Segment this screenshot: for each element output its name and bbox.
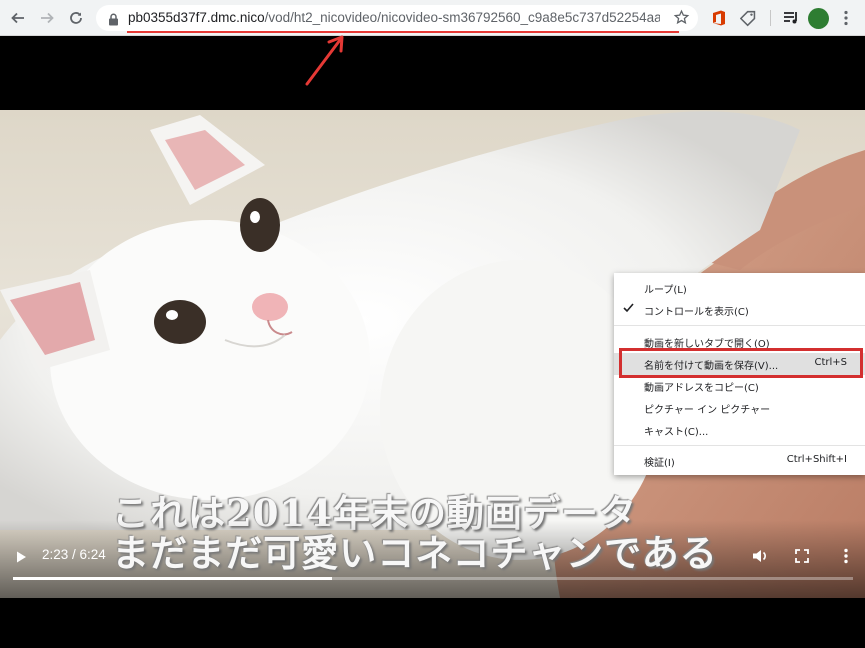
browser-menu-icon[interactable] [836, 8, 856, 28]
menu-item-label: キャスト(C)... [644, 427, 709, 438]
url-text[interactable]: pb0355d37f7.dmc.nico/vod/ht2_nicovideo/n… [128, 9, 660, 27]
checkmark-icon [623, 303, 634, 316]
save-video-annotation-box [619, 348, 863, 378]
menu-item-cast[interactable]: キャスト(C)... [614, 419, 865, 441]
toolbar-separator [770, 10, 771, 26]
time-display: 2:23 / 6:24 [42, 547, 106, 562]
lock-icon[interactable] [108, 11, 119, 30]
url-annotation-underline [127, 31, 679, 33]
volume-icon[interactable] [750, 546, 770, 566]
address-bar[interactable]: pb0355d37f7.dmc.nico/vod/ht2_nicovideo/n… [96, 5, 698, 31]
reload-icon[interactable] [65, 7, 87, 29]
url-path: /vod/ht2_nicovideo/nicovideo-sm36792560_… [264, 10, 660, 25]
media-queue-icon[interactable] [781, 8, 801, 28]
menu-item-label: コントロールを表示(C) [644, 307, 749, 318]
browser-toolbar: pb0355d37f7.dmc.nico/vod/ht2_nicovideo/n… [0, 0, 865, 36]
menu-item-picture-in-picture[interactable]: ピクチャー イン ピクチャー [614, 397, 865, 419]
menu-separator [614, 325, 865, 326]
office-extension-icon[interactable] [709, 8, 729, 28]
progress-bar[interactable] [13, 577, 853, 580]
play-icon[interactable] [12, 548, 30, 566]
forward-arrow-icon[interactable] [36, 7, 58, 29]
menu-item-shortcut: Ctrl+Shift+I [786, 454, 847, 465]
avatar[interactable] [808, 8, 829, 29]
menu-item-loop[interactable]: ループ(L) [614, 277, 865, 299]
back-arrow-icon[interactable] [7, 7, 29, 29]
menu-item-label: ループ(L) [644, 285, 687, 296]
menu-item-copy-video-address[interactable]: 動画アドレスをコピー(C) [614, 375, 865, 397]
menu-item-inspect[interactable]: 検証(I) Ctrl+Shift+I [614, 450, 865, 472]
annotation-arrow [305, 35, 344, 86]
menu-item-show-controls[interactable]: コントロールを表示(C) [614, 299, 865, 321]
progress-fill [13, 577, 333, 580]
star-icon[interactable] [673, 9, 690, 30]
tag-extension-icon[interactable] [738, 8, 758, 28]
menu-item-label: 動画アドレスをコピー(C) [644, 383, 759, 394]
menu-separator [614, 445, 865, 446]
fullscreen-icon[interactable] [792, 546, 812, 566]
url-host: pb0355d37f7.dmc.nico [128, 10, 265, 25]
menu-item-label: 検証(I) [644, 458, 675, 469]
more-options-icon[interactable] [836, 546, 856, 566]
menu-item-label: ピクチャー イン ピクチャー [644, 405, 771, 416]
